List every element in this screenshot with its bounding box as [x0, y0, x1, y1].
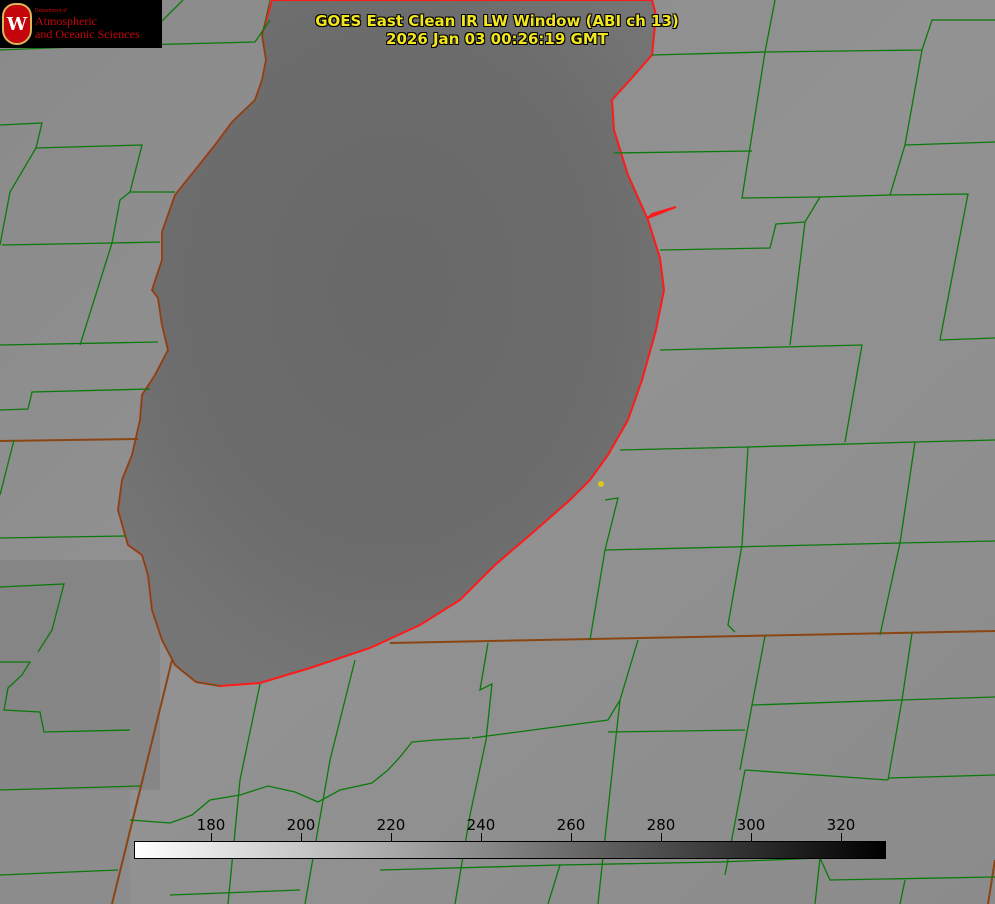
- colorbar-tick-mark: [301, 833, 302, 841]
- colorbar-tick-mark: [211, 833, 212, 841]
- cloud-band-southwest: [0, 790, 130, 904]
- logo-line2: and Oceanic Sciences: [35, 27, 140, 41]
- colorbar-tick-mark: [841, 833, 842, 841]
- temperature-colorbar: [134, 841, 886, 859]
- colorbar-tick-label: 320: [826, 816, 856, 834]
- colorbar-tick-label: 260: [556, 816, 586, 834]
- image-timestamp: 2026 Jan 03 00:26:19 GMT: [386, 30, 608, 48]
- colorbar-tick-label: 200: [286, 816, 316, 834]
- colorbar-tick-mark: [481, 833, 482, 841]
- colorbar-tick-label: 300: [736, 816, 766, 834]
- colorbar-tick-mark: [391, 833, 392, 841]
- station-marker: [598, 481, 604, 487]
- colorbar-tick-label: 180: [196, 816, 226, 834]
- colorbar-tick-label: 280: [646, 816, 676, 834]
- image-title: GOES East Clean IR LW Window (ABI ch 13): [315, 12, 679, 30]
- uw-crest-icon: W: [2, 3, 32, 45]
- satellite-map-view[interactable]: W Department of Atmospheric and Oceanic …: [0, 0, 995, 904]
- colorbar-tick-mark: [571, 833, 572, 841]
- colorbar-tick-mark: [751, 833, 752, 841]
- colorbar-tick-label: 220: [376, 816, 406, 834]
- cloud-band-left: [0, 560, 160, 790]
- colorbar-tick-mark: [661, 833, 662, 841]
- satellite-image-map: [0, 0, 995, 904]
- colorbar-tick-label: 240: [466, 816, 496, 834]
- university-logo: W Department of Atmospheric and Oceanic …: [0, 0, 162, 48]
